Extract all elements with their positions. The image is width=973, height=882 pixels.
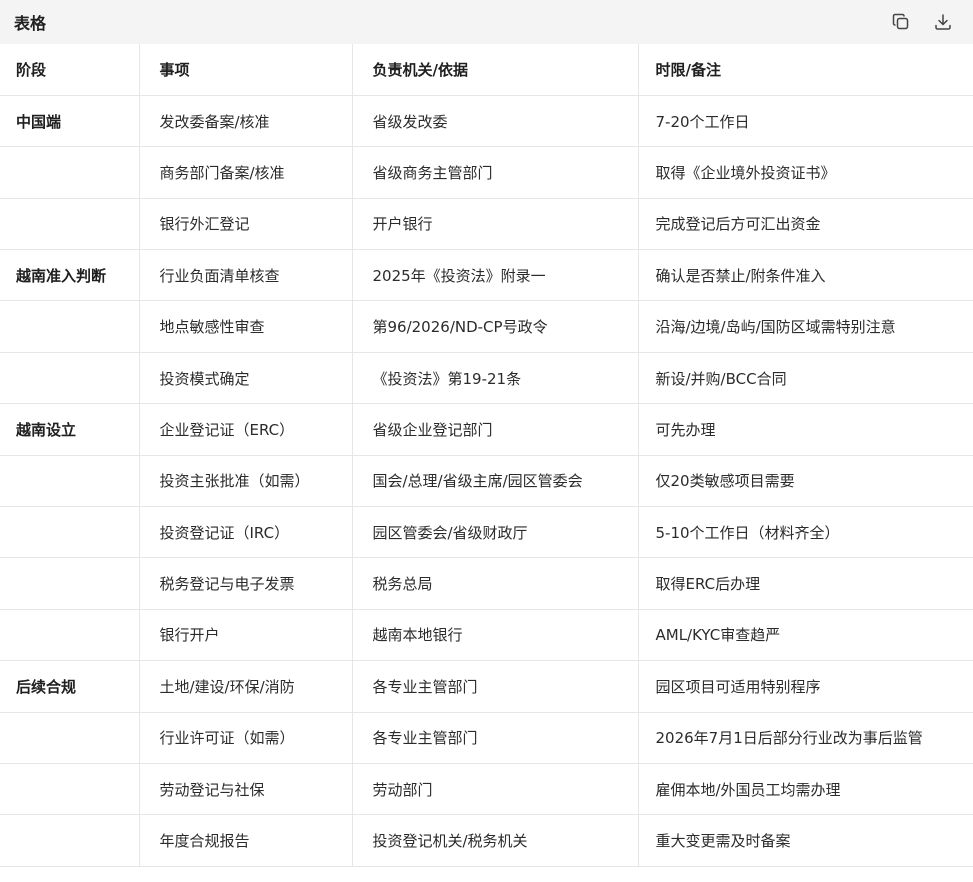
cell-note: 7-20个工作日 (638, 95, 973, 148)
cell-item: 地点敏感性审查 (139, 300, 353, 353)
cell-note: 可先办理 (638, 403, 973, 456)
cell-note: 完成登记后方可汇出资金 (638, 198, 973, 251)
cell-authority: 2025年《投资法》附录一 (352, 249, 639, 302)
table-row: 投资模式确定 《投资法》第19-21条 新设/并购/BCC合同 (0, 352, 973, 405)
cell-authority: 《投资法》第19-21条 (352, 352, 639, 405)
table-header-row: 阶段 事项 负责机关/依据 时限/备注 (0, 44, 973, 96)
table-row: 税务登记与电子发票 税务总局 取得ERC后办理 (0, 557, 973, 610)
cell-item: 投资登记证（IRC） (139, 506, 353, 559)
table-panel: 表格 阶段 事项 负责机关/依据 时限/备注 中国端 发改委备案/核准 省级发改… (0, 0, 973, 882)
table-row: 行业许可证（如需） 各专业主管部门 2026年7月1日后部分行业改为事后监管 (0, 712, 973, 764)
cell-authority: 省级企业登记部门 (352, 403, 639, 456)
cell-authority: 越南本地银行 (352, 609, 639, 662)
cell-stage: 后续合规 (0, 660, 140, 713)
cell-item: 行业负面清单核查 (139, 249, 353, 302)
cell-item: 商务部门备案/核准 (139, 146, 353, 199)
table-row: 越南准入判断 行业负面清单核查 2025年《投资法》附录一 确认是否禁止/附条件准入 (0, 249, 973, 302)
cell-note: 雇佣本地/外国员工均需办理 (638, 763, 973, 816)
cell-note: 新设/并购/BCC合同 (638, 352, 973, 405)
table-body: 中国端 发改委备案/核准 省级发改委 7-20个工作日 商务部门备案/核准 省级商务主管部… (0, 95, 973, 867)
header-authority: 负责机关/依据 (352, 44, 639, 96)
cell-item: 银行外汇登记 (139, 198, 353, 251)
table-row: 后续合规 土地/建设/环保/消防 各专业主管部门 园区项目可适用特别程序 (0, 660, 973, 713)
cell-note: 园区项目可适用特别程序 (638, 660, 973, 713)
copy-icon (892, 13, 909, 30)
cell-authority: 国会/总理/省级主席/园区管委会 (352, 455, 639, 508)
table-row: 年度合规报告 投资登记机关/税务机关 重大变更需及时备案 (0, 814, 973, 867)
cell-note: 取得ERC后办理 (638, 557, 973, 610)
cell-note: 2026年7月1日后部分行业改为事后监管 (638, 712, 973, 764)
cell-note: 重大变更需及时备案 (638, 814, 973, 867)
cell-note: 沿海/边境/岛屿/国防区域需特别注意 (638, 300, 973, 353)
cell-note: 取得《企业境外投资证书》 (638, 146, 973, 199)
cell-stage (0, 455, 140, 508)
header-item: 事项 (139, 44, 353, 96)
table-row: 投资登记证（IRC） 园区管委会/省级财政厅 5-10个工作日（材料齐全） (0, 506, 973, 559)
cell-item: 税务登记与电子发票 (139, 557, 353, 610)
table-row: 商务部门备案/核准 省级商务主管部门 取得《企业境外投资证书》 (0, 146, 973, 199)
copy-button[interactable] (887, 8, 915, 36)
cell-note: AML/KYC审查趋严 (638, 609, 973, 662)
cell-item: 土地/建设/环保/消防 (139, 660, 353, 713)
data-table: 阶段 事项 负责机关/依据 时限/备注 中国端 发改委备案/核准 省级发改委 7-20… (0, 44, 973, 867)
cell-stage (0, 609, 140, 662)
cell-stage (0, 506, 140, 559)
cell-authority: 省级发改委 (352, 95, 639, 148)
cell-item: 银行开户 (139, 609, 353, 662)
cell-item: 年度合规报告 (139, 814, 353, 867)
cell-authority: 园区管委会/省级财政厅 (352, 506, 639, 559)
cell-stage: 越南准入判断 (0, 249, 140, 302)
table-toolbar: 表格 (0, 0, 973, 44)
table-row: 中国端 发改委备案/核准 省级发改委 7-20个工作日 (0, 95, 973, 148)
cell-note: 5-10个工作日（材料齐全） (638, 506, 973, 559)
header-stage: 阶段 (0, 44, 140, 96)
cell-stage (0, 300, 140, 353)
cell-authority: 各专业主管部门 (352, 660, 639, 713)
table-row: 银行外汇登记 开户银行 完成登记后方可汇出资金 (0, 198, 973, 251)
cell-item: 劳动登记与社保 (139, 763, 353, 816)
table-row: 越南设立 企业登记证（ERC） 省级企业登记部门 可先办理 (0, 403, 973, 456)
cell-stage: 中国端 (0, 95, 140, 148)
cell-authority: 第96/2026/ND-CP号政令 (352, 300, 639, 353)
cell-authority: 省级商务主管部门 (352, 146, 639, 199)
cell-item: 发改委备案/核准 (139, 95, 353, 148)
cell-note: 仅20类敏感项目需要 (638, 455, 973, 508)
table-row: 地点敏感性审查 第96/2026/ND-CP号政令 沿海/边境/岛屿/国防区域需特别… (0, 300, 973, 353)
toolbar-actions (887, 8, 957, 36)
cell-item: 投资主张批准（如需） (139, 455, 353, 508)
download-icon (935, 14, 951, 30)
table-row: 劳动登记与社保 劳动部门 雇佣本地/外国员工均需办理 (0, 763, 973, 816)
cell-note: 确认是否禁止/附条件准入 (638, 249, 973, 302)
table-row: 银行开户 越南本地银行 AML/KYC审查趋严 (0, 609, 973, 662)
cell-item: 企业登记证（ERC） (139, 403, 353, 456)
cell-stage (0, 712, 140, 764)
table-row: 投资主张批准（如需） 国会/总理/省级主席/园区管委会 仅20类敏感项目需要 (0, 455, 973, 508)
cell-authority: 各专业主管部门 (352, 712, 639, 764)
table-title: 表格 (14, 14, 47, 33)
cell-stage (0, 198, 140, 251)
cell-authority: 劳动部门 (352, 763, 639, 816)
cell-stage: 越南设立 (0, 403, 140, 456)
cell-stage (0, 763, 140, 816)
cell-stage (0, 352, 140, 405)
cell-authority: 开户银行 (352, 198, 639, 251)
cell-item: 投资模式确定 (139, 352, 353, 405)
cell-authority: 投资登记机关/税务机关 (352, 814, 639, 867)
cell-stage (0, 557, 140, 610)
cell-stage (0, 814, 140, 867)
cell-authority: 税务总局 (352, 557, 639, 610)
cell-stage (0, 146, 140, 199)
download-button[interactable] (929, 8, 957, 36)
cell-item: 行业许可证（如需） (139, 712, 353, 764)
header-note: 时限/备注 (638, 44, 973, 96)
